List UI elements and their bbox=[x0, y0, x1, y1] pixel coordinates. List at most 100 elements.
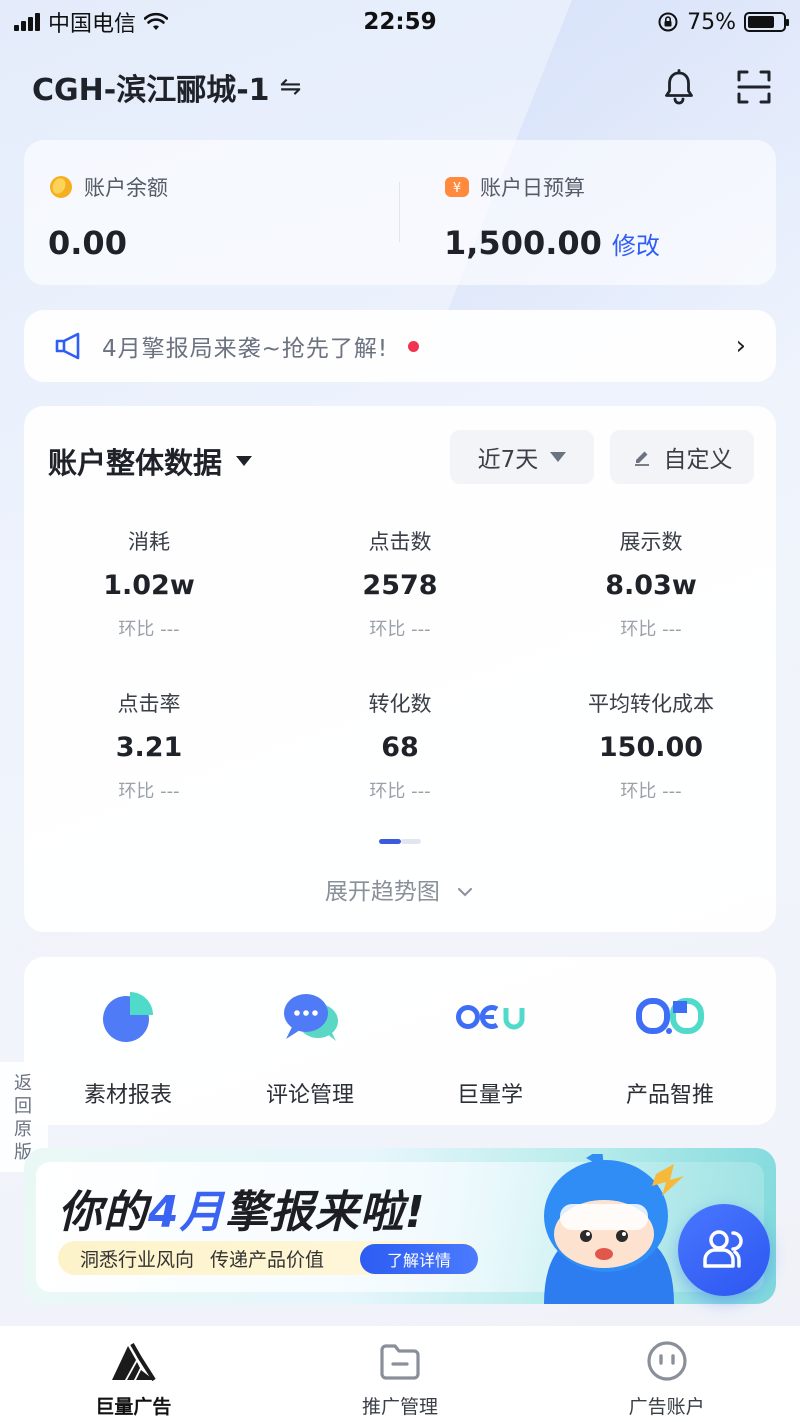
notice-bar[interactable]: 4月擎报局来袭~抢先了解! › bbox=[24, 310, 776, 382]
metric-label: 展示数 bbox=[619, 530, 683, 554]
tool-oceanengine-learn[interactable]: 巨量学 bbox=[396, 987, 584, 1109]
budget-yen-icon: ¥ bbox=[445, 177, 469, 197]
status-bar: 中国电信 22:59 75% bbox=[0, 0, 800, 44]
tool-material-report[interactable]: 素材报表 bbox=[34, 987, 222, 1109]
chat-bubble-icon bbox=[284, 994, 338, 1041]
account-face-icon bbox=[647, 1341, 687, 1381]
svg-text:¥: ¥ bbox=[453, 181, 461, 196]
balance-section: 账户余额 0.00 bbox=[48, 172, 168, 262]
banner-title-suffix: 擎报来啦! bbox=[224, 1187, 426, 1238]
metric-label: 点击数 bbox=[368, 530, 432, 554]
account-switcher[interactable]: CGH-滨江郦城-1 bbox=[32, 65, 270, 109]
customer-service-button[interactable] bbox=[678, 1204, 770, 1296]
smart-push-icon bbox=[636, 998, 704, 1034]
chevron-down-icon bbox=[458, 888, 473, 897]
banner-sub-2: 传递产品价值 bbox=[210, 1248, 325, 1271]
caret-down-icon bbox=[550, 452, 567, 462]
metric-value: 68 bbox=[381, 732, 419, 763]
bell-icon[interactable] bbox=[662, 69, 696, 105]
budget-value: 1,500.00 bbox=[444, 224, 602, 262]
overview-title-label: 账户整体数据 bbox=[48, 446, 223, 480]
tab-label: 广告账户 bbox=[628, 1396, 705, 1418]
caret-down-icon bbox=[236, 456, 253, 466]
tab-label: 巨量广告 bbox=[95, 1396, 172, 1418]
divider bbox=[399, 182, 400, 242]
tool-smart-push[interactable]: 产品智推 bbox=[576, 987, 764, 1109]
tool-label: 评论管理 bbox=[265, 1083, 354, 1108]
expand-trend-button[interactable]: 展开趋势图 bbox=[24, 872, 776, 906]
custom-label: 自定义 bbox=[663, 447, 733, 473]
metric-value: 8.03w bbox=[605, 570, 697, 601]
metric-label: 平均转化成本 bbox=[588, 692, 714, 716]
custom-button[interactable]: 自定义 bbox=[610, 430, 754, 484]
budget-label: 账户日预算 bbox=[480, 176, 585, 200]
metric-label: 点击率 bbox=[117, 692, 181, 716]
coin-icon bbox=[50, 176, 72, 198]
chevron-right-icon[interactable]: › bbox=[736, 331, 746, 361]
page-indicator bbox=[379, 839, 421, 844]
clock: 22:59 bbox=[363, 9, 437, 35]
metric-avg-cost[interactable]: 平均转化成本 150.00 环比 --- bbox=[526, 688, 776, 803]
expand-trend-label: 展开趋势图 bbox=[324, 879, 440, 905]
oceanengine-learn-icon bbox=[456, 1005, 525, 1030]
rotation-lock-icon bbox=[658, 12, 678, 32]
oceanengine-logo-icon bbox=[112, 1343, 157, 1382]
signal-icon bbox=[14, 13, 40, 31]
carrier-label: 中国电信 bbox=[48, 12, 137, 37]
date-range-label: 近7天 bbox=[477, 447, 539, 473]
metric-impressions[interactable]: 展示数 8.03w 环比 --- bbox=[526, 526, 776, 641]
metric-clicks[interactable]: 点击数 2578 环比 --- bbox=[275, 526, 525, 641]
battery-icon bbox=[744, 12, 789, 32]
overview-title[interactable]: 账户整体数据 bbox=[48, 440, 253, 482]
tab-ad-account[interactable]: 广告账户 bbox=[533, 1326, 800, 1422]
metric-compare: 环比 --- bbox=[369, 781, 431, 802]
notice-text: 4月擎报局来袭~抢先了解! bbox=[102, 336, 389, 362]
tools-card: 素材报表 评论管理 巨量学 产品智推 bbox=[24, 957, 776, 1125]
mascot-illustration bbox=[544, 1154, 684, 1304]
metric-compare: 环比 --- bbox=[369, 619, 431, 640]
header: CGH-滨江郦城-1 ⇋ bbox=[32, 62, 772, 112]
budget-section: ¥ 账户日预算 1,500.00 修改 bbox=[444, 172, 660, 262]
metric-conversions[interactable]: 转化数 68 环比 --- bbox=[275, 688, 525, 803]
megaphone-icon bbox=[55, 332, 80, 360]
tab-label: 推广管理 bbox=[362, 1396, 439, 1418]
user-group-icon bbox=[703, 1230, 743, 1268]
banner-title: 你的4月擎报来啦! bbox=[58, 1176, 426, 1240]
bottom-tab-bar: 巨量广告 推广管理 广告账户 bbox=[0, 1326, 800, 1422]
unread-dot bbox=[408, 340, 420, 352]
edit-icon bbox=[634, 451, 649, 466]
banner-sub-1: 洞悉行业风向 bbox=[80, 1248, 195, 1271]
metric-label: 消耗 bbox=[128, 530, 170, 554]
metric-compare: 环比 --- bbox=[118, 781, 180, 802]
promo-banner[interactable]: 你的4月擎报来啦! 洞悉行业风向 传递产品价值 了解详情 bbox=[24, 1148, 776, 1304]
balance-card: 账户余额 0.00 ¥ 账户日预算 1,500.00 修改 bbox=[24, 140, 776, 285]
metric-compare: 环比 --- bbox=[118, 619, 180, 640]
tool-comment-management[interactable]: 评论管理 bbox=[216, 987, 404, 1109]
balance-label: 账户余额 bbox=[84, 176, 168, 200]
back-to-original-label: 返回原版 bbox=[14, 1073, 32, 1163]
tab-promotion-management[interactable]: 推广管理 bbox=[267, 1326, 534, 1422]
scan-icon[interactable] bbox=[736, 69, 772, 105]
wifi-icon bbox=[144, 12, 169, 30]
banner-title-highlight: 4月 bbox=[148, 1187, 225, 1238]
tab-oceanengine-ads[interactable]: 巨量广告 bbox=[0, 1326, 267, 1422]
metric-value: 150.00 bbox=[598, 732, 704, 763]
edit-budget-button[interactable]: 修改 bbox=[612, 232, 660, 260]
balance-value: 0.00 bbox=[48, 224, 127, 262]
date-range-select[interactable]: 近7天 bbox=[450, 430, 594, 484]
metric-value: 1.02w bbox=[103, 570, 195, 601]
folder-icon bbox=[380, 1344, 420, 1380]
swap-account-icon[interactable]: ⇋ bbox=[280, 72, 302, 102]
metric-value: 2578 bbox=[362, 570, 438, 601]
metric-compare: 环比 --- bbox=[620, 619, 682, 640]
metric-value: 3.21 bbox=[115, 732, 183, 763]
metric-ctr[interactable]: 点击率 3.21 环比 --- bbox=[24, 688, 274, 803]
tool-label: 巨量学 bbox=[456, 1083, 523, 1108]
metric-compare: 环比 --- bbox=[620, 781, 682, 802]
pie-chart-icon bbox=[103, 992, 153, 1042]
battery-percent: 75% bbox=[687, 9, 736, 35]
tool-label: 产品智推 bbox=[625, 1083, 714, 1108]
banner-title-prefix: 你的 bbox=[58, 1187, 148, 1238]
learn-more-button[interactable]: 了解详情 bbox=[360, 1244, 478, 1274]
metric-spend[interactable]: 消耗 1.02w 环比 --- bbox=[24, 526, 274, 641]
